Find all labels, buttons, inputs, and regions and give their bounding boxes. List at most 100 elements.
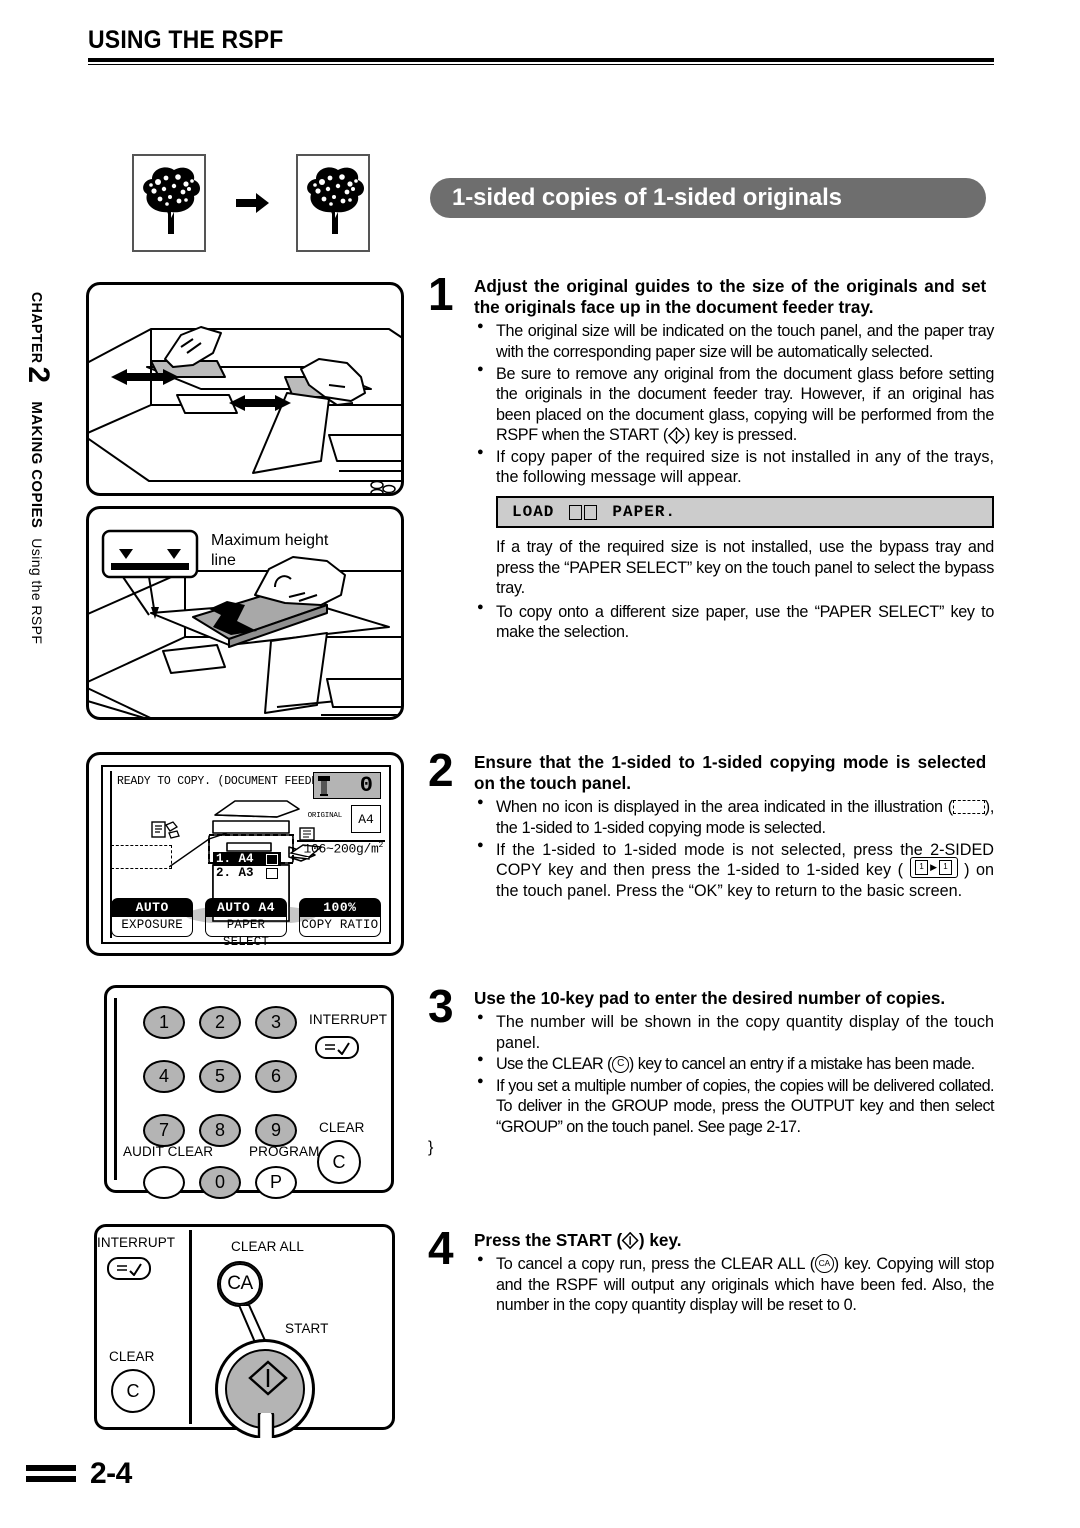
chapter-tab-text: CHAPTER 2 MAKING COPIES Using the RSPF [22, 290, 58, 644]
paper-weight-value: 106~200g/m [303, 841, 379, 857]
start-icon [667, 426, 685, 444]
exposure-label: EXPOSURE [111, 917, 194, 937]
paper-tray-row[interactable]: 2. A3 [213, 866, 281, 880]
tray-status-icon [266, 853, 278, 865]
rspf-guides-illustration [86, 282, 404, 496]
start-icon [248, 1360, 288, 1396]
paper-select-value: AUTO A4 [204, 898, 288, 917]
step-1-bullets: The original size will be indicated on t… [474, 320, 994, 488]
start-panel: INTERRUPT CLEAR C CLEAR ALL CA START [94, 1224, 395, 1438]
step-4-heading-pre: Press the START ( [474, 1230, 623, 1250]
tree-icon [307, 167, 364, 234]
lcd-message-suffix: PAPER. [612, 502, 677, 521]
step-4-heading-post: ) key. [638, 1230, 682, 1250]
duplex-mode-indicator-area [111, 845, 172, 869]
paper-select-label: PAPER SELECT [204, 917, 288, 949]
clear-key[interactable]: C [317, 1140, 361, 1184]
exposure-button[interactable]: AUTO EXPOSURE [111, 898, 194, 937]
step-3-bullets: The number will be shown in the copy qua… [474, 1011, 995, 1138]
interrupt-icon [117, 1262, 142, 1276]
copy-ratio-button[interactable]: 100% COPY RATIO [298, 898, 381, 937]
finger-pressing-start-icon [257, 1413, 275, 1438]
page-title: USING THE RSPF [88, 26, 284, 54]
step-2-bullet-2: If the 1-sided to 1-sided mode is not se… [474, 839, 994, 902]
original-size-value: A4 [358, 811, 374, 827]
step-4-bullet-1-pre: To cancel a copy run, press the CLEAR AL… [496, 1255, 815, 1274]
key-3[interactable]: 3 [255, 1006, 297, 1039]
step-1-trailing-bullets: To copy onto a different size paper, use… [474, 601, 994, 643]
clear-label: CLEAR [319, 1120, 365, 1135]
step-1-bullet-3: If copy paper of the required size is no… [474, 446, 994, 488]
copy-quantity-value: 0 [359, 773, 373, 798]
program-label: PROGRAM [249, 1144, 320, 1159]
step-4-number: 4 [428, 1222, 454, 1274]
keypad-illustration: 1 2 3 INTERRUPT 4 5 6 7 8 9 CLEAR C AUDI… [86, 976, 404, 1202]
clear-all-key[interactable]: CA [217, 1261, 263, 1307]
arrow-right-icon [236, 193, 269, 213]
original-page-thumbnail [132, 154, 206, 252]
audit-clear-label: AUDIT CLEAR [123, 1144, 214, 1159]
paper-select-button[interactable]: AUTO A4 PAPER SELECT [204, 898, 288, 949]
key-8[interactable]: 8 [199, 1114, 241, 1147]
lcd-message-prefix: LOAD [512, 502, 555, 521]
one-sided-to-one-sided-key-icon: 1 ▶ 1 [909, 857, 958, 879]
step-2-number: 2 [428, 744, 454, 796]
key-2[interactable]: 2 [199, 1006, 241, 1039]
paper-tray-label: 2. A3 [216, 866, 254, 880]
step-3-bullet-2-post: ) key to cancel an entry if a mistake ha… [628, 1055, 975, 1074]
start-panel-illustration: INTERRUPT CLEAR C CLEAR ALL CA START [86, 1216, 404, 1438]
touch-panel-screen[interactable]: READY TO COPY. (DOCUMENT FEEDER MODE) 0 [101, 765, 391, 949]
start-label: START [285, 1321, 329, 1336]
page-number: 2-4 [90, 1457, 132, 1490]
program-key[interactable]: P [255, 1166, 297, 1199]
step-3-bullet-2: Use the CLEAR (C) key to cancel an entry… [474, 1053, 994, 1075]
lcd-message-box: LOAD PAPER. [496, 495, 994, 528]
clear-key[interactable]: C [111, 1369, 155, 1413]
key-9[interactable]: 9 [255, 1114, 297, 1147]
key-5[interactable]: 5 [199, 1060, 241, 1093]
interrupt-label: INTERRUPT [309, 1012, 388, 1027]
copy-quantity-display: 0 [313, 772, 381, 799]
exposure-value: AUTO [111, 898, 194, 917]
audit-clear-key[interactable] [143, 1166, 185, 1199]
key-6[interactable]: 6 [255, 1060, 297, 1093]
paper-tray-list[interactable]: 1. A4 2. A3 [213, 852, 281, 880]
step-1-bullet-2: Be sure to remove any original from the … [474, 363, 994, 446]
paper-tray-row[interactable]: 1. A4 [213, 852, 281, 866]
step-3: 3 Use the 10-key pad to enter the desire… [428, 983, 995, 1157]
step-3-bullet-1: The number will be shown in the copy qua… [474, 1011, 994, 1053]
start-icon [622, 1231, 639, 1249]
header-rule-thin [88, 64, 994, 65]
chapter-word: CHAPTER [28, 291, 45, 364]
clear-all-label: CLEAR ALL [231, 1239, 304, 1254]
max-height-line-label-2: line [211, 552, 236, 570]
page-footer: 2-4 [26, 1456, 132, 1490]
max-height-line-label-1: Maximum height [211, 532, 329, 549]
step-2-bullets: When no icon is displayed in the area in… [474, 796, 994, 902]
step-4-bullets: To cancel a copy run, press the CLEAR AL… [474, 1253, 994, 1316]
key-0[interactable]: 0 [199, 1166, 241, 1199]
paper-tray-label: 1. A4 [216, 852, 254, 866]
key-1[interactable]: 1 [143, 1006, 185, 1039]
step-3-bullet-3: If you set a multiple number of copies, … [474, 1075, 995, 1138]
bypass-tray-icon [299, 827, 315, 841]
header-rule-thick [88, 58, 994, 62]
step-2-heading: Ensure that the 1-sided to 1-sided copyi… [474, 752, 987, 794]
max-height-line-illustration: Maximum height line [86, 506, 404, 720]
keypad-panel: 1 2 3 INTERRUPT 4 5 6 7 8 9 CLEAR C AUDI… [104, 985, 394, 1199]
dashed-area-icon [952, 800, 985, 815]
interrupt-key[interactable] [107, 1257, 151, 1280]
key-7[interactable]: 7 [143, 1114, 185, 1147]
paper-size-placeholder-icon [584, 505, 598, 521]
step-1: 1 Adjust the original guides to the size… [428, 271, 994, 644]
interrupt-label: INTERRUPT [97, 1235, 176, 1250]
step-4-heading: Press the START ( ) key. [474, 1230, 986, 1251]
interrupt-key[interactable] [315, 1036, 359, 1059]
interrupt-icon [325, 1041, 350, 1055]
key-4[interactable]: 4 [143, 1060, 185, 1093]
clear-all-key-icon: CA [814, 1254, 834, 1274]
paper-weight-label: 106~200g/m2 [303, 841, 383, 856]
paper-weight-superscript: 2 [378, 841, 383, 850]
original-label: ORIGINAL [307, 812, 343, 820]
tree-icon [143, 167, 200, 234]
